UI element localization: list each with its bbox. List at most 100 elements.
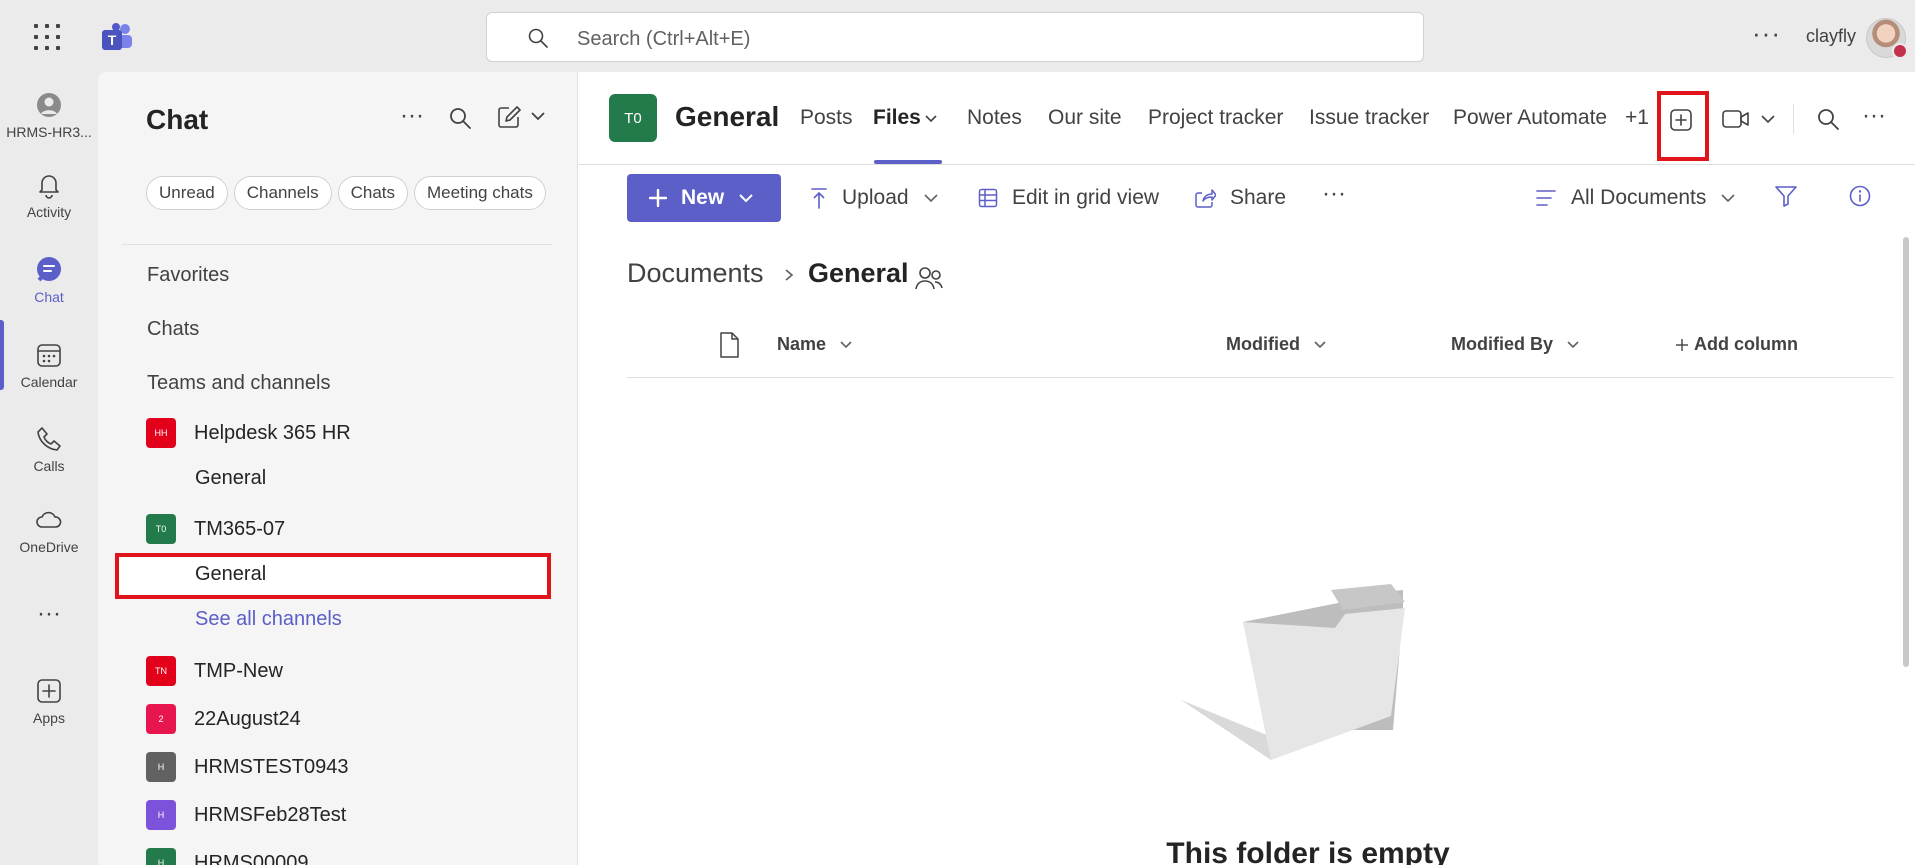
rail-item-label: Apps [33, 710, 65, 726]
team-avatar: T0 [146, 514, 176, 544]
settings-more-button[interactable]: ··· [1752, 18, 1781, 49]
column-modified-header[interactable]: Modified [1226, 334, 1327, 355]
column-name-header[interactable]: Name [777, 334, 853, 355]
rail-item-calls[interactable]: Calls [0, 424, 98, 474]
section-favorites[interactable]: Favorites [147, 264, 229, 287]
chevron-down-icon[interactable] [1760, 114, 1776, 124]
user-name[interactable]: clayfly [1806, 26, 1856, 47]
team-item-tmp-new[interactable]: TN TMP-New [146, 654, 283, 688]
filter-meeting-chats[interactable]: Meeting chats [414, 176, 546, 210]
upload-icon [811, 188, 827, 209]
channel-item-general-selected[interactable]: General [195, 563, 266, 586]
team-item-helpdesk[interactable]: HH Helpdesk 365 HR [146, 416, 351, 450]
rail-more-apps[interactable]: ··· [0, 600, 98, 628]
global-search-input[interactable]: Search (Ctrl+Alt+E) [486, 12, 1424, 62]
column-modified-by-label: Modified By [1451, 334, 1553, 354]
team-item-hrmstest0943[interactable]: H HRMSTEST0943 [146, 750, 349, 784]
channel-item-general[interactable]: General [195, 467, 266, 490]
team-name: Helpdesk 365 HR [194, 421, 351, 444]
channel-title: General [675, 101, 780, 132]
team-avatar: H [146, 848, 176, 865]
add-column-label: Add column [1694, 334, 1798, 354]
channel-more-button[interactable]: ··· [1862, 102, 1886, 130]
rail-item-apps[interactable]: Apps [0, 676, 98, 726]
org-avatar-icon [37, 93, 61, 117]
chat-more-button[interactable]: ··· [400, 102, 424, 130]
video-camera-icon[interactable] [1721, 108, 1751, 130]
pane-title: Chat [146, 104, 209, 135]
rail-item-calendar[interactable]: Calendar [0, 340, 98, 390]
team-item-22august24[interactable]: 2 22August24 [146, 702, 301, 736]
upload-button[interactable]: Upload [810, 186, 953, 210]
team-item-tm365-07[interactable]: T0 TM365-07 [146, 512, 285, 546]
team-name: HRMS00009 [194, 851, 309, 865]
rail-item-label: HRMS-HR3... [6, 124, 92, 140]
chevron-down-icon [840, 341, 852, 349]
chevron-right-icon [785, 269, 794, 281]
add-column-button[interactable]: Add column [1676, 334, 1798, 355]
rail-item-label: Activity [26, 204, 72, 220]
scrollbar[interactable] [1903, 237, 1909, 667]
rail-item-label: OneDrive [19, 539, 79, 555]
team-item-hrms00009[interactable]: H HRMS00009 [146, 846, 309, 865]
team-name: TM365-07 [194, 517, 286, 540]
team-name: TMP-New [194, 659, 283, 682]
see-all-channels-link[interactable]: See all channels [195, 608, 342, 631]
tab-posts[interactable]: Posts [800, 106, 853, 130]
channel-avatar: T0 [609, 94, 657, 142]
tab-power-automate[interactable]: Power Automate [1453, 106, 1607, 130]
apps-icon [37, 679, 61, 703]
chevron-down-icon[interactable] [530, 110, 546, 122]
rail-item-onedrive[interactable]: OneDrive [0, 505, 98, 555]
filter-channels[interactable]: Channels [233, 176, 332, 210]
tab-issue-tracker[interactable]: Issue tracker [1309, 106, 1429, 130]
rail-item-chat[interactable]: Chat [0, 255, 98, 305]
team-avatar: 2 [146, 704, 176, 734]
view-selector[interactable]: All Documents [1535, 186, 1750, 210]
command-more-button[interactable]: ··· [1322, 180, 1346, 208]
filter-icon[interactable] [1774, 184, 1798, 208]
add-tab-icon[interactable] [1668, 107, 1694, 133]
more-icon: ··· [1322, 180, 1346, 207]
column-modified-label: Modified [1226, 334, 1300, 354]
chevron-down-icon [923, 194, 938, 203]
app-launcher-icon[interactable] [34, 24, 60, 50]
edit-grid-view-button[interactable]: Edit in grid view [978, 186, 1159, 210]
user-avatar[interactable] [1866, 18, 1908, 59]
info-icon[interactable] [1848, 184, 1872, 208]
filter-unread[interactable]: Unread [146, 176, 228, 210]
section-teams-and-channels[interactable]: Teams and channels [147, 372, 330, 395]
section-chats[interactable]: Chats [147, 318, 199, 341]
more-icon: ··· [37, 600, 61, 627]
chevron-down-icon [1567, 341, 1579, 349]
search-icon[interactable] [448, 106, 472, 130]
share-icon [1195, 189, 1216, 208]
chevron-down-icon[interactable] [924, 114, 938, 124]
filter-chats[interactable]: Chats [337, 176, 409, 210]
team-avatar: TN [146, 656, 176, 686]
cloud-icon [36, 511, 62, 528]
tab-notes[interactable]: Notes [967, 106, 1022, 130]
tab-files[interactable]: Files [873, 106, 921, 130]
column-modified-by-header[interactable]: Modified By [1451, 334, 1580, 355]
share-button[interactable]: Share [1194, 186, 1286, 210]
compose-icon[interactable] [496, 104, 522, 130]
people-icon[interactable] [914, 264, 944, 292]
divider [627, 377, 1894, 378]
view-selector-label: All Documents [1571, 186, 1707, 209]
breadcrumb-documents[interactable]: Documents [627, 258, 764, 289]
tab-project-tracker[interactable]: Project tracker [1148, 106, 1283, 130]
team-item-hrmsfeb28test[interactable]: H HRMSFeb28Test [146, 798, 346, 832]
svg-text:T: T [108, 32, 117, 48]
rail-item-activity[interactable]: Activity [0, 170, 98, 220]
tab-our-site[interactable]: Our site [1048, 106, 1122, 130]
app-rail: HRMS-HR3... Activity Chat Calendar Calls… [0, 72, 98, 865]
new-button[interactable]: New [627, 174, 781, 222]
plus-icon [1676, 339, 1688, 352]
search-placeholder: Search (Ctrl+Alt+E) [577, 28, 751, 50]
rail-item-org[interactable]: HRMS-HR3... [0, 90, 98, 140]
search-icon[interactable] [1816, 107, 1840, 131]
empty-folder-illustration [1181, 584, 1405, 760]
grid-icon [978, 188, 998, 208]
tab-overflow[interactable]: +1 [1625, 106, 1649, 130]
